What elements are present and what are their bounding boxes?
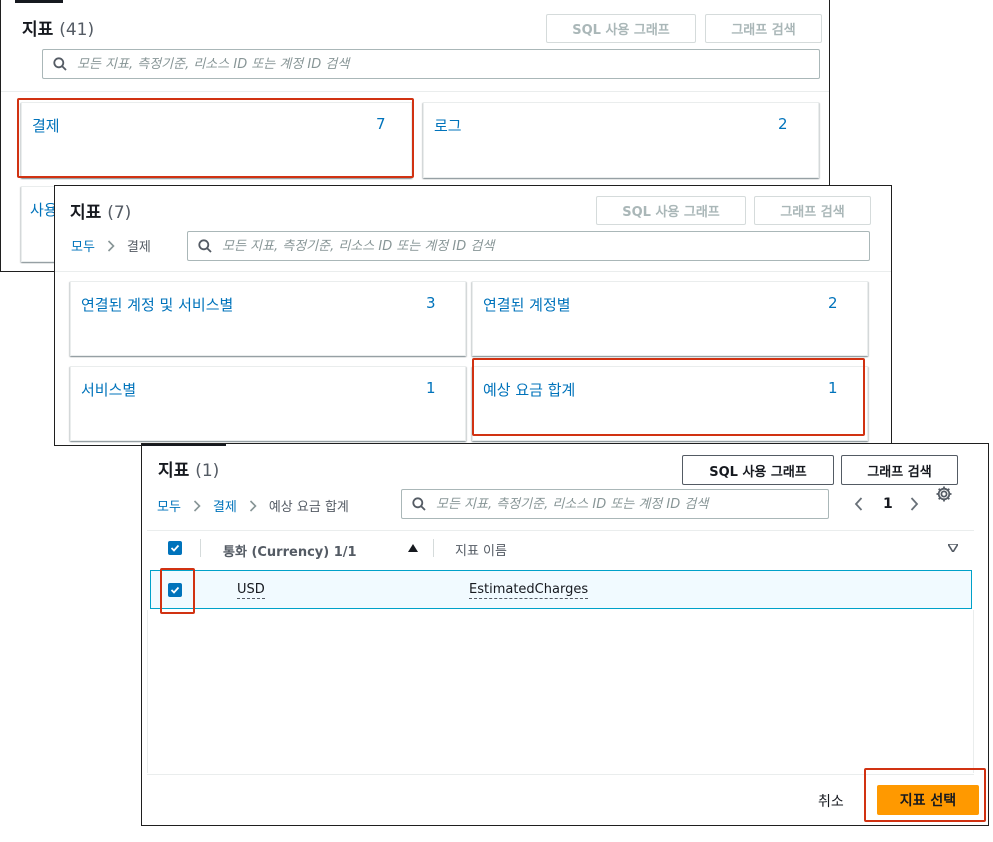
search-icon	[53, 57, 67, 71]
page-number[interactable]: 1	[883, 496, 893, 512]
namespace-card-logs[interactable]: 로그 2	[423, 102, 819, 178]
table-border	[973, 610, 974, 773]
metrics-panel-billing: 지표 (7) SQL 사용 그래프 그래프 검색 모두 결제 연결된 계정 및 …	[54, 185, 892, 446]
graph-search-button[interactable]: 그래프 검색	[705, 14, 822, 43]
card-count: 2	[778, 115, 788, 133]
card-count: 3	[426, 294, 436, 312]
column-header-metric-name[interactable]: 지표 이름	[455, 540, 507, 559]
breadcrumb-current: 결제	[126, 240, 151, 255]
column-header-currency[interactable]: 통화 (Currency) 1/1	[223, 541, 357, 560]
card-count: 2	[828, 294, 838, 312]
panel-title: 지표 (7)	[70, 203, 132, 223]
breadcrumb-all[interactable]: 모두	[157, 496, 181, 515]
graph-search-button[interactable]: 그래프 검색	[754, 196, 871, 225]
chevron-right-icon	[249, 499, 257, 512]
highlight-box	[472, 358, 865, 436]
chevron-left-icon[interactable]	[854, 497, 864, 511]
metric-count: (7)	[107, 203, 132, 223]
dimension-card-service[interactable]: 서비스별 1	[70, 366, 466, 441]
card-label[interactable]: 로그	[434, 115, 462, 136]
chevron-right-icon[interactable]	[909, 497, 919, 511]
search-input[interactable]	[434, 495, 828, 513]
breadcrumb-current: 예상 요금 합계	[268, 500, 349, 515]
highlight-box	[17, 98, 414, 178]
select-all-checkbox[interactable]	[168, 541, 182, 555]
table-border	[147, 610, 148, 773]
metric-name-cell[interactable]: EstimatedCharges	[469, 582, 589, 599]
metrics-panel-estimated-charges: 지표 (1) SQL 사용 그래프 그래프 검색 모두 결제 예상 요금 합계 …	[141, 443, 989, 826]
search-input[interactable]	[220, 237, 869, 255]
chevron-right-icon	[193, 499, 201, 512]
gear-icon[interactable]	[935, 485, 953, 503]
metric-count: (1)	[195, 461, 220, 481]
divider	[1, 91, 829, 92]
dimension-card-linked-account-service[interactable]: 연결된 계정 및 서비스별 3	[70, 281, 466, 356]
metric-search-box[interactable]	[187, 231, 870, 261]
sql-graph-button[interactable]: SQL 사용 그래프	[596, 196, 746, 225]
sql-graph-button[interactable]: SQL 사용 그래프	[546, 14, 696, 43]
currency-cell[interactable]: USD	[237, 582, 265, 599]
sort-down-icon[interactable]	[948, 544, 958, 552]
card-label[interactable]: 연결된 계정별	[483, 294, 571, 315]
metric-count: (41)	[59, 20, 95, 40]
sort-up-icon[interactable]	[408, 544, 418, 552]
highlight-box	[864, 768, 986, 822]
column-separator	[433, 539, 434, 557]
metric-search-box[interactable]	[42, 49, 820, 79]
check-icon	[170, 544, 180, 552]
highlight-box	[160, 568, 195, 614]
dimension-card-linked-account[interactable]: 연결된 계정별 2	[472, 281, 868, 356]
card-count: 1	[426, 379, 436, 397]
panel-title: 지표 (41)	[22, 20, 95, 40]
metric-search-box[interactable]	[401, 489, 829, 519]
tab-indicator	[15, 0, 63, 3]
panel-title: 지표 (1)	[158, 461, 220, 481]
card-label[interactable]: 연결된 계정 및 서비스별	[81, 294, 233, 315]
sql-graph-button[interactable]: SQL 사용 그래프	[682, 455, 834, 485]
search-icon	[412, 497, 426, 511]
graph-search-button[interactable]: 그래프 검색	[841, 455, 958, 485]
table-row[interactable]: USD EstimatedCharges	[150, 570, 972, 609]
breadcrumb: 모두 결제 예상 요금 합계	[157, 496, 349, 515]
search-icon	[198, 239, 212, 253]
divider	[55, 271, 891, 272]
search-input[interactable]	[75, 55, 819, 73]
breadcrumb: 모두 결제	[71, 236, 151, 255]
breadcrumb-billing[interactable]: 결제	[213, 496, 237, 515]
divider	[147, 774, 974, 775]
chevron-right-icon	[107, 239, 115, 252]
breadcrumb-all[interactable]: 모두	[71, 236, 95, 255]
column-separator	[200, 539, 201, 557]
cancel-button[interactable]: 취소	[818, 791, 844, 811]
divider	[147, 530, 974, 531]
card-label[interactable]: 서비스별	[81, 379, 136, 400]
tab-indicator	[142, 444, 226, 446]
